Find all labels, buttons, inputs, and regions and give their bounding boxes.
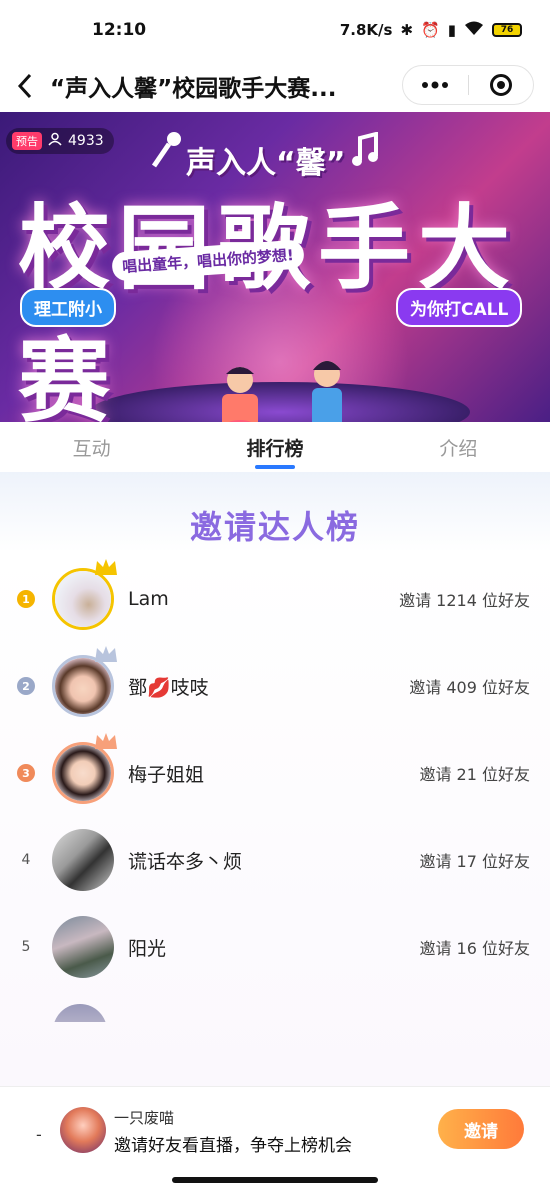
invite-count: 邀请 16 位好友: [419, 939, 530, 958]
rank-cell: 1: [0, 590, 52, 608]
mini-program-capsule: [402, 65, 534, 105]
home-indicator[interactable]: [172, 1177, 378, 1183]
rank-cell: 2: [0, 677, 52, 695]
rank-medal-icon: 1: [17, 590, 35, 608]
microphone-icon: [150, 130, 184, 174]
wifi-icon: [464, 20, 484, 40]
viewer-count: 4933: [68, 133, 104, 149]
school-tag: 理工附小: [20, 288, 116, 327]
leaderboard-panel: 邀请达人榜 1 Lam 邀请 1214 位好友 2 鄧💋吱吱 邀请 409 位好…: [0, 472, 550, 1086]
leaderboard-row[interactable]: 2 鄧💋吱吱 邀请 409 位好友: [0, 643, 550, 729]
singer-figure: [292, 358, 362, 422]
leaderboard-row[interactable]: 1 Lam 邀请 1214 位好友: [0, 556, 550, 642]
badge-tag: 预告: [12, 132, 42, 150]
user-name: 谎话夲多丶烦: [128, 850, 243, 873]
net-speed: 7.8K/s: [339, 21, 393, 39]
gold-crown-icon: [93, 557, 119, 581]
alarm-icon: ⏰: [421, 21, 440, 39]
status-bar: 12:10 7.8K/s ✱ ⏰ ▮ 76: [0, 0, 550, 60]
tab-bar: 互动 排行榜 介绍: [0, 422, 550, 472]
user-name: 梅子姐姐: [128, 763, 205, 786]
leaderboard-row[interactable]: 5 阳光 邀请 16 位好友: [0, 904, 550, 990]
rank-number: 5: [21, 939, 31, 955]
rank-cell: 4: [0, 852, 52, 868]
invite-count: 邀请 21 位好友: [419, 765, 530, 784]
back-arrow-icon[interactable]: [0, 60, 50, 112]
avatar[interactable]: [52, 646, 117, 717]
cheer-tag: 为你打CALL: [396, 288, 523, 327]
leaderboard-row[interactable]: 4 谎话夲多丶烦 邀请 17 位好友: [0, 817, 550, 903]
event-banner[interactable]: 预告 4933 声入人“馨” 校园歌手大赛 唱出童年，唱出你的梦想! 理工附小 …: [0, 112, 550, 422]
target-circle-icon[interactable]: [469, 66, 534, 104]
tab-leaderboard[interactable]: 排行榜: [183, 422, 366, 472]
avatar[interactable]: [52, 733, 117, 804]
avatar[interactable]: [52, 916, 114, 978]
user-name: 阳光: [128, 937, 167, 960]
invite-button[interactable]: 邀请: [438, 1109, 524, 1149]
invite-count: 邀请 17 位好友: [419, 852, 530, 871]
music-note-icon: [350, 131, 380, 172]
avatar[interactable]: [52, 559, 117, 630]
invite-count: 邀请 1214 位好友: [399, 591, 530, 610]
invite-prompt: 邀请好友看直播，争夺上榜机会: [114, 1136, 352, 1156]
rank-number: 4: [21, 852, 31, 868]
user-name: Lam: [128, 588, 169, 610]
drummer-figure: [196, 364, 286, 422]
my-name: 一只废喵: [114, 1109, 175, 1127]
rank-cell: 3: [0, 764, 52, 782]
page-title: “声入人馨”校园歌手大赛...: [50, 76, 337, 102]
invite-count: 邀请 409 位好友: [409, 678, 530, 697]
status-icons: 7.8K/s ✱ ⏰ ▮ 76: [340, 20, 522, 40]
more-dots-icon[interactable]: [403, 66, 468, 104]
viewer-badge: 预告 4933: [6, 128, 114, 154]
invite-bar: - 一只废喵 邀请好友看直播，争夺上榜机会 邀请: [0, 1086, 550, 1191]
board-title: 邀请达人榜: [189, 508, 360, 546]
bronze-crown-icon: [93, 731, 119, 755]
next-row-peek: [53, 1004, 107, 1022]
dash-mark: -: [36, 1125, 42, 1144]
my-avatar[interactable]: [60, 1107, 106, 1153]
bluetooth-icon: ✱: [400, 21, 414, 39]
silver-crown-icon: [93, 644, 119, 668]
person-icon: [48, 132, 62, 150]
rank-cell: 5: [0, 939, 52, 955]
avatar[interactable]: [52, 829, 114, 891]
leaderboard-row[interactable]: 3 梅子姐姐 邀请 21 位好友: [0, 730, 550, 816]
rank-medal-icon: 3: [17, 764, 35, 782]
battery-icon: 76: [492, 23, 522, 37]
status-time: 12:10: [92, 20, 147, 40]
signal-icon: ▮: [447, 21, 456, 39]
nav-bar: “声入人馨”校园歌手大赛...: [0, 60, 550, 112]
tab-intro[interactable]: 介绍: [367, 422, 550, 472]
tab-interaction[interactable]: 互动: [0, 422, 183, 472]
user-name: 鄧💋吱吱: [128, 676, 209, 699]
rank-medal-icon: 2: [17, 677, 35, 695]
